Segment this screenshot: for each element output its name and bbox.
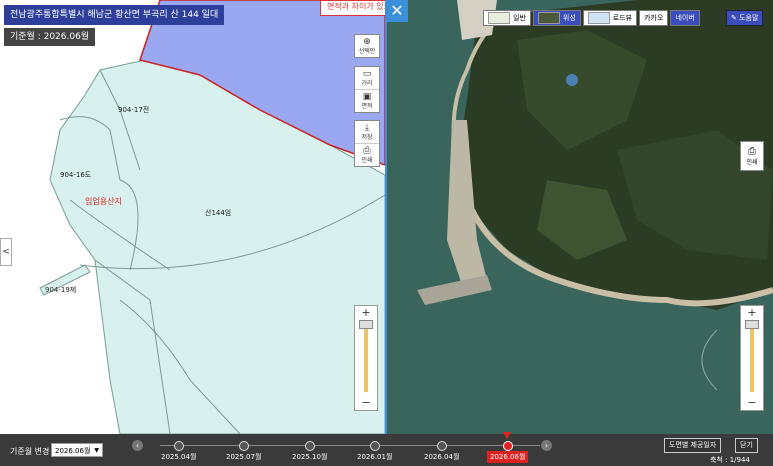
parcel-label: 산144임	[205, 209, 232, 217]
zoom-track[interactable]	[364, 322, 368, 392]
zoom-track[interactable]	[750, 322, 754, 392]
timeline-dot[interactable]	[174, 441, 184, 451]
select-value: 2026.06월	[55, 447, 91, 455]
parcel-label: 904-16도	[60, 171, 92, 179]
expand-icon[interactable]: ✕	[387, 0, 408, 22]
tool-label: 인쇄	[361, 156, 373, 164]
map-type-normal[interactable]: 일반	[483, 10, 531, 26]
zone-label: 임업용산지	[85, 197, 122, 206]
select-tool-button[interactable]: ⊕ 선택안	[355, 35, 379, 57]
map-thumb	[587, 12, 610, 24]
zoom-control-left: + −	[354, 305, 378, 411]
map-provider-kakao[interactable]: 카카오	[639, 10, 669, 26]
timeline-dot[interactable]	[370, 441, 380, 451]
zoom-out-button[interactable]: −	[741, 396, 763, 410]
timeline-marker	[503, 432, 511, 439]
base-date-badge: 기준월 : 2026.06월	[4, 28, 96, 46]
timeline-prev-button[interactable]: ‹	[132, 440, 143, 451]
map-type-satellite[interactable]: 위성	[532, 10, 581, 26]
map-thumb	[488, 12, 510, 24]
help-pen-icon: ✎	[731, 14, 737, 22]
download-icon: ⤓	[365, 122, 369, 133]
timeline-label[interactable]: 2026.04월	[421, 451, 462, 463]
close-button[interactable]: 닫기	[735, 438, 758, 453]
timeline-label[interactable]: 2025.07월	[223, 451, 264, 463]
timeline-dot[interactable]	[305, 441, 315, 451]
provide-date-button[interactable]: 도면별 제공일자	[664, 438, 722, 453]
help-label: 도움말	[739, 14, 759, 22]
map-type-label: 카카오	[644, 14, 664, 22]
zoom-handle[interactable]	[745, 320, 759, 329]
zoom-in-button[interactable]: +	[741, 306, 763, 320]
map-provider-naver[interactable]: 네이버	[670, 10, 700, 26]
save-tool-button[interactable]: ⤓ 저장	[355, 121, 379, 144]
zoom-out-button[interactable]: −	[355, 396, 377, 410]
timeline-line	[160, 445, 540, 446]
timeline-dot[interactable]	[239, 441, 249, 451]
tool-label: 거리	[361, 79, 373, 87]
tool-label: 저장	[361, 133, 373, 141]
output-tool-group: ⤓ 저장 ⎙ 인쇄	[354, 120, 380, 167]
timeline-label[interactable]: 2025.04월	[158, 451, 199, 463]
area-notice: 면적과 차이가 있으	[320, 0, 385, 16]
select-tool-group: ⊕ 선택안	[354, 34, 380, 58]
map-type-roadview[interactable]: 로드뷰	[582, 10, 638, 26]
satellite-map[interactable]: ✕	[387, 0, 773, 434]
map-type-bar: 일반 위성 로드뷰 카카오 네이버	[483, 10, 702, 26]
timeline-label[interactable]: 2026.01월	[354, 451, 395, 463]
chevron-down-icon: ▼	[94, 447, 99, 454]
map-thumb	[537, 12, 560, 24]
zoom-in-button[interactable]: +	[355, 306, 377, 320]
map-type-label: 위성	[562, 14, 576, 22]
area-icon: ▣	[362, 91, 372, 102]
zoom-handle[interactable]	[359, 320, 373, 329]
chevron-left-icon[interactable]: <	[0, 238, 12, 266]
parcel-label: 904-17전	[118, 106, 150, 114]
printer-icon: ⎙	[363, 145, 371, 156]
printer-icon: ⎙	[748, 146, 756, 157]
zoom-control-right: + −	[740, 305, 764, 411]
timeline-dot[interactable]	[503, 441, 513, 451]
distance-tool-button[interactable]: ▭ 거리	[355, 67, 379, 90]
map-type-label: 로드뷰	[612, 14, 633, 22]
area-tool-button[interactable]: ▣ 면적	[355, 90, 379, 112]
parcel-label: 904-19제	[45, 286, 77, 294]
timeline-bar: 기준월 변경 2026.06월 ▼ ‹ 2025.04월 2025.07월 2025…	[0, 432, 773, 466]
measure-tool-group: ▭ 거리 ▣ 면적	[354, 66, 380, 113]
address-bar: 전남광주통합특별시 해남군 황산면 부곡리 산 144 일대	[4, 5, 225, 25]
satellite-map-svg	[387, 0, 773, 434]
base-month-label: 기준월 변경	[10, 447, 50, 456]
tool-label: 면적	[361, 102, 373, 110]
base-month-select[interactable]: 2026.06월 ▼	[51, 443, 103, 457]
timeline-next-button[interactable]: ›	[541, 440, 552, 451]
ruler-icon: ▭	[362, 68, 372, 79]
tool-label: 인쇄	[746, 159, 758, 166]
map-type-label: 네이버	[675, 14, 695, 22]
timeline-label[interactable]: 2025.10월	[289, 451, 330, 463]
scale-text: 축척 : 1/944	[710, 456, 750, 464]
crosshair-icon: ⊕	[363, 36, 371, 47]
tool-label: 선택안	[358, 47, 376, 55]
cadastral-map[interactable]: 전남광주통합특별시 해남군 황산면 부곡리 산 144 일대 기준월 : 202…	[0, 0, 385, 434]
cadastral-map-svg	[0, 0, 385, 434]
help-button[interactable]: ✎ 도움말	[726, 10, 764, 26]
map-type-label: 일반	[513, 14, 526, 22]
print-button-right[interactable]: ⎙ 인쇄	[740, 141, 764, 171]
timeline-label[interactable]: 2026.06월	[487, 451, 529, 463]
print-tool-button[interactable]: ⎙ 인쇄	[355, 144, 379, 166]
timeline-dot[interactable]	[437, 441, 447, 451]
